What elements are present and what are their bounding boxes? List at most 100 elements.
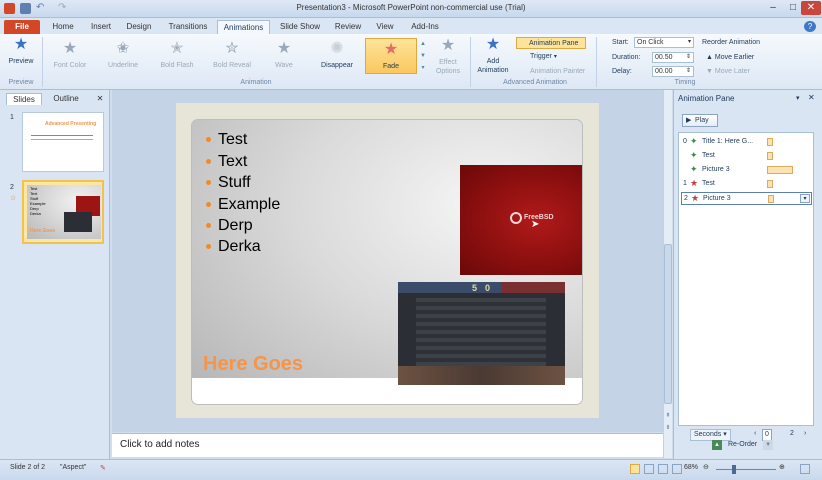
zoom-out-icon[interactable]: ⊖	[703, 463, 709, 471]
trigger-button[interactable]: Trigger ▾	[518, 51, 557, 63]
freebsd-logo-icon	[510, 212, 522, 224]
group-label-animation: Animation	[240, 79, 272, 86]
thumb-game-picture	[64, 212, 92, 232]
zoom-in-icon[interactable]: ⊕	[779, 463, 785, 471]
animation-pane-button[interactable]: Animation Pane	[516, 37, 586, 49]
tab-outline[interactable]: Outline	[46, 93, 86, 105]
tab-home[interactable]: Home	[46, 20, 80, 34]
slide-sorter-icon[interactable]	[644, 464, 654, 474]
zoom-slider-thumb[interactable]	[732, 465, 736, 474]
animation-item[interactable]: ✦ Picture 3	[681, 164, 812, 176]
editing-scrollbar[interactable]: ⇞ ⇟	[663, 90, 672, 458]
preview-button[interactable]: ★ Preview	[4, 36, 38, 66]
timeline-bar	[767, 138, 773, 146]
tab-view[interactable]: View	[370, 20, 400, 34]
zoom-level[interactable]: 68%	[684, 464, 698, 471]
score-right: 0	[485, 283, 491, 293]
delay-input[interactable]: 00.00 ⇕	[652, 66, 694, 77]
bullet-dot	[206, 223, 211, 229]
tab-add-ins[interactable]: Add-Ins	[404, 20, 446, 34]
close-pane-icon[interactable]: ✕	[95, 93, 105, 105]
fit-slide-icon[interactable]	[800, 464, 810, 474]
delay-label: Delay:	[612, 68, 632, 75]
close-button[interactable]: ✕	[801, 1, 821, 15]
spell-check-icon[interactable]: ✎	[100, 464, 106, 472]
underline-star-icon: ✬	[116, 40, 130, 57]
pane-menu-icon[interactable]: ▾	[796, 94, 800, 102]
duration-input[interactable]: 00.50 ⇕	[652, 52, 694, 63]
bullet-item[interactable]: Test	[206, 131, 247, 149]
animation-font-color[interactable]: ★ Font Color	[46, 40, 94, 70]
animation-bold-flash[interactable]: ✭ Bold Flash	[152, 40, 202, 70]
slide-thumbnail-1[interactable]: Advanced Presenting	[22, 112, 104, 172]
font-color-star-icon: ★	[62, 40, 78, 57]
restore-button[interactable]: □	[783, 1, 803, 15]
bullet-item[interactable]: Derp	[206, 217, 253, 235]
slide-canvas[interactable]: Test Text Stuff Example Derp Derka FreeB…	[192, 120, 582, 404]
preview-star-icon: ★	[13, 36, 29, 53]
next-slide-icon[interactable]: ⇟	[664, 424, 672, 431]
play-button[interactable]: ▶ Play	[682, 114, 718, 127]
move-later-button[interactable]: ▼ Move Later	[706, 66, 750, 78]
animation-painter-button[interactable]: Animation Painter	[518, 66, 585, 78]
slide-title[interactable]: Here Goes	[203, 353, 303, 376]
timeline-scroll-left[interactable]: ‹	[754, 429, 756, 439]
notes-area[interactable]: Click to add notes	[112, 433, 663, 457]
picture-red-freebsd[interactable]: FreeBSD ➤	[460, 165, 582, 275]
animation-item[interactable]: ✦ Test	[681, 150, 812, 162]
animation-item[interactable]: 2 ★ Picture 3 ▾	[681, 192, 812, 205]
tab-review[interactable]: Review	[330, 20, 366, 34]
animation-item[interactable]: 0 ✦ Title 1: Here G...	[681, 136, 812, 148]
bullet-item[interactable]: Stuff	[206, 174, 251, 192]
prev-slide-icon[interactable]: ⇞	[664, 412, 672, 419]
add-animation-star-icon: ★	[485, 36, 501, 53]
slide-show-icon[interactable]	[672, 464, 682, 474]
bullet-dot	[206, 137, 211, 143]
timeline-bar	[767, 152, 773, 160]
zoom-slider[interactable]	[716, 469, 776, 470]
timeline-scroll-right[interactable]: ›	[804, 429, 806, 439]
bullet-item[interactable]: Text	[206, 153, 247, 171]
bold-flash-star-icon: ✭	[170, 40, 184, 57]
tab-insert[interactable]: Insert	[84, 20, 118, 34]
effect-options-button[interactable]: ★ Effect Options	[430, 37, 466, 76]
close-pane-icon[interactable]: ✕	[808, 93, 815, 102]
gallery-scroll[interactable]: ▲ ▼ ▾	[419, 38, 427, 74]
add-animation-button[interactable]: ★ Add Animation	[473, 36, 513, 75]
start-dropdown[interactable]: On Click ▾	[634, 37, 694, 48]
thumb-line	[31, 139, 93, 140]
minimize-button[interactable]: –	[763, 1, 783, 15]
animation-fade[interactable]: ★ Fade	[365, 38, 417, 74]
tab-transitions[interactable]: Transitions	[162, 20, 214, 34]
move-up-icon[interactable]: ▲	[712, 440, 722, 450]
move-earlier-button[interactable]: ▲ Move Earlier	[706, 52, 754, 64]
move-down-icon[interactable]: ▼	[763, 440, 774, 450]
thumb-title: Advanced Presenting	[45, 121, 97, 127]
bullet-item[interactable]: Example	[206, 196, 280, 214]
normal-view-icon[interactable]	[630, 464, 640, 474]
ribbon: ★ Preview Preview ★ Font Color ✬ Underli…	[0, 34, 822, 90]
tab-slide-show[interactable]: Slide Show	[275, 20, 325, 34]
reading-view-icon[interactable]	[658, 464, 668, 474]
timeline-bar	[767, 180, 773, 188]
group-separator	[596, 37, 597, 87]
animation-disappear[interactable]: ✺ Disappear	[312, 40, 362, 70]
help-icon[interactable]: ?	[804, 21, 816, 32]
group-label-timing: Timing	[674, 79, 696, 86]
tab-design[interactable]: Design	[121, 20, 157, 34]
tab-slides[interactable]: Slides	[6, 93, 42, 105]
animation-item[interactable]: 1 ★ Test	[681, 178, 812, 190]
walk-icon: ✦	[690, 136, 698, 146]
scrollbar-thumb[interactable]	[664, 244, 672, 404]
star-icon: ★	[690, 178, 699, 188]
tab-animations[interactable]: Animations	[217, 20, 270, 34]
animation-underline[interactable]: ✬ Underline	[98, 40, 148, 70]
animation-wave[interactable]: ★ Wave	[264, 40, 304, 70]
tab-file[interactable]: File	[4, 20, 40, 34]
thumb-bullets: Test Text Stuff Example Derp Derka	[30, 186, 46, 216]
bullet-item[interactable]: Derka	[206, 238, 261, 256]
item-dropdown-arrow[interactable]: ▾	[800, 194, 810, 203]
picture-game-scoreboard[interactable]: 5 0	[398, 282, 565, 385]
slide-thumbnail-2[interactable]: Test Text Stuff Example Derp Derka Here …	[22, 180, 104, 244]
animation-bold-reveal[interactable]: ✮ Bold Reveal	[206, 40, 258, 70]
